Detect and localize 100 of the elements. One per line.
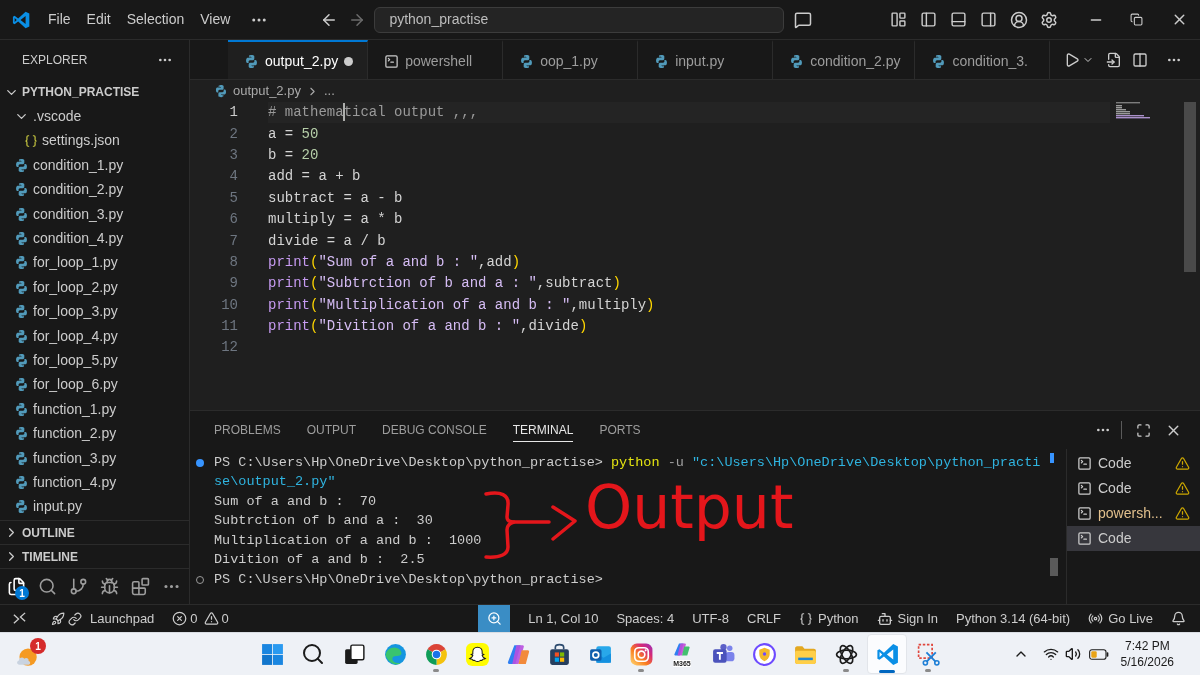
braces-icon (799, 611, 814, 626)
panel-tab[interactable]: OUTPUT (306, 418, 357, 442)
status-item[interactable]: Sign In (876, 608, 938, 629)
restore-icon[interactable] (1130, 13, 1143, 26)
tree-item[interactable]: .vscode (0, 104, 189, 129)
tree-item[interactable]: settings.json (0, 128, 189, 154)
link-icon (68, 611, 82, 626)
tree-item[interactable]: input.py (0, 494, 189, 520)
wifi-icon[interactable] (1042, 646, 1059, 662)
terminal-instance[interactable]: Code (1067, 476, 1200, 501)
terminal-icon (1077, 531, 1092, 546)
panel-right-icon[interactable] (980, 11, 998, 28)
tree-item[interactable]: condition_3.py (0, 201, 189, 227)
minimap-drawing (1116, 102, 1150, 120)
line-number: 1 (228, 103, 238, 123)
rocket-icon (51, 611, 65, 626)
code-line: print("Divition of a and b : ",divide) (268, 317, 588, 337)
file-arrow-icon[interactable] (1106, 51, 1122, 68)
line-number: 12 (220, 338, 238, 358)
code-line: print("Multiplication of a and b : ",multiply) (268, 295, 655, 315)
status-item[interactable]: Spaces: 4 (616, 608, 675, 629)
swirl-logo-icon (382, 641, 408, 667)
terminal-instance[interactable]: Code (1067, 451, 1200, 476)
blocks-icon[interactable] (131, 577, 150, 596)
menu-item[interactable]: Selection (118, 5, 193, 34)
search-field[interactable]: python_practise (374, 6, 785, 33)
tree-item[interactable]: condition_4.py (0, 226, 189, 251)
python-file-icon (14, 231, 29, 247)
bug-icon[interactable] (100, 577, 119, 596)
command-status-icon[interactable] (196, 458, 204, 467)
panel-left-icon[interactable] (920, 11, 938, 28)
line-number: 2 (228, 124, 238, 144)
breadcrumb-item[interactable]: output_2.py (233, 81, 301, 101)
search-icon[interactable] (38, 577, 57, 596)
scrollbar[interactable] (1184, 102, 1196, 272)
zoom-button[interactable] (478, 605, 511, 632)
tree-item[interactable]: condition_1.py (0, 153, 189, 178)
tree-item[interactable]: for_loop_2.py (0, 275, 189, 300)
section-header[interactable]: TIMELINE (0, 544, 189, 568)
status-item[interactable]: UTF-8 (692, 608, 730, 629)
clock-date[interactable]: 5/16/2026 (1120, 654, 1174, 670)
maximize-icon[interactable] (1136, 422, 1151, 438)
status-item[interactable]: Python 3.14 (64-bit) (956, 608, 1071, 629)
tree-item[interactable]: function_3.py (0, 445, 189, 471)
panel-tab[interactable]: PROBLEMS (214, 418, 281, 442)
status-item[interactable]: Python (799, 608, 859, 629)
tree-item[interactable]: for_loop_5.py (0, 348, 189, 373)
split-editor-icon[interactable] (1132, 51, 1148, 68)
bell-icon[interactable] (1171, 611, 1186, 626)
section-header[interactable]: OUTLINE (0, 520, 189, 544)
settings-icon[interactable] (1040, 10, 1059, 29)
tree-item[interactable]: for_loop_1.py (0, 250, 189, 276)
line-number: 3 (228, 145, 238, 165)
problems-button[interactable]: 0 0 (172, 608, 229, 629)
panel-bottom-icon[interactable] (950, 11, 968, 28)
tree-item[interactable]: for_loop_3.py (0, 299, 189, 324)
panel-tab[interactable]: PORTS (599, 418, 641, 442)
launchpad-button[interactable]: Launchpad (51, 608, 155, 629)
python-file-icon (14, 255, 29, 271)
ghost-icon (464, 641, 490, 667)
terminal-instance[interactable]: Code (1067, 526, 1200, 551)
tree-item[interactable]: function_2.py (0, 421, 189, 446)
run-icon[interactable] (1064, 51, 1080, 68)
notification-badge: 1 (30, 638, 46, 654)
files-icon[interactable] (7, 577, 26, 596)
status-item[interactable]: Go Live (1088, 608, 1153, 629)
menu-item[interactable]: Edit (78, 5, 119, 34)
tree-item[interactable]: PYTHON_PRACTISE (0, 80, 189, 105)
layout-icon[interactable] (890, 11, 908, 28)
menu-item[interactable]: File (40, 5, 79, 34)
tree-item[interactable]: for_loop_6.py (0, 372, 189, 398)
clock-time[interactable]: 7:42 PM (1124, 638, 1170, 654)
status-item[interactable]: CRLF (747, 608, 782, 629)
tree-item[interactable]: condition_2.py (0, 177, 189, 202)
terminal-icon (1077, 506, 1092, 521)
chat-icon[interactable] (794, 10, 813, 29)
python-file-icon (244, 53, 259, 69)
speaker-icon[interactable] (1064, 646, 1081, 662)
code-line: divide = a / b (268, 231, 386, 251)
tree-item[interactable]: function_1.py (0, 397, 189, 422)
account-icon[interactable] (1010, 10, 1029, 29)
terminal-instance[interactable]: powersh... (1067, 501, 1200, 526)
branch-icon[interactable] (69, 577, 88, 596)
menu-item[interactable]: View (192, 5, 239, 34)
scrollbar[interactable] (1050, 558, 1058, 576)
tree-item[interactable]: function_4.py (0, 470, 189, 495)
panel-tab[interactable]: TERMINAL (512, 418, 574, 442)
panel-tab[interactable]: DEBUG CONSOLE (382, 418, 487, 442)
python-file-icon (14, 328, 29, 344)
terminal-line: Divition of a and b : 2.5 (214, 551, 425, 570)
editor-tab[interactable]: output_2.py (228, 40, 369, 79)
tree-item[interactable]: for_loop_4.py (0, 323, 189, 349)
error-icon (172, 611, 188, 626)
python-file-icon (14, 474, 29, 490)
camera-icon (628, 641, 654, 667)
breadcrumb-item[interactable]: ... (323, 81, 335, 101)
remote-icon[interactable] (12, 611, 27, 626)
line-number: 7 (228, 231, 238, 251)
status-item[interactable]: Ln 1, Col 10 (528, 608, 599, 629)
battery-icon[interactable] (1088, 648, 1109, 660)
